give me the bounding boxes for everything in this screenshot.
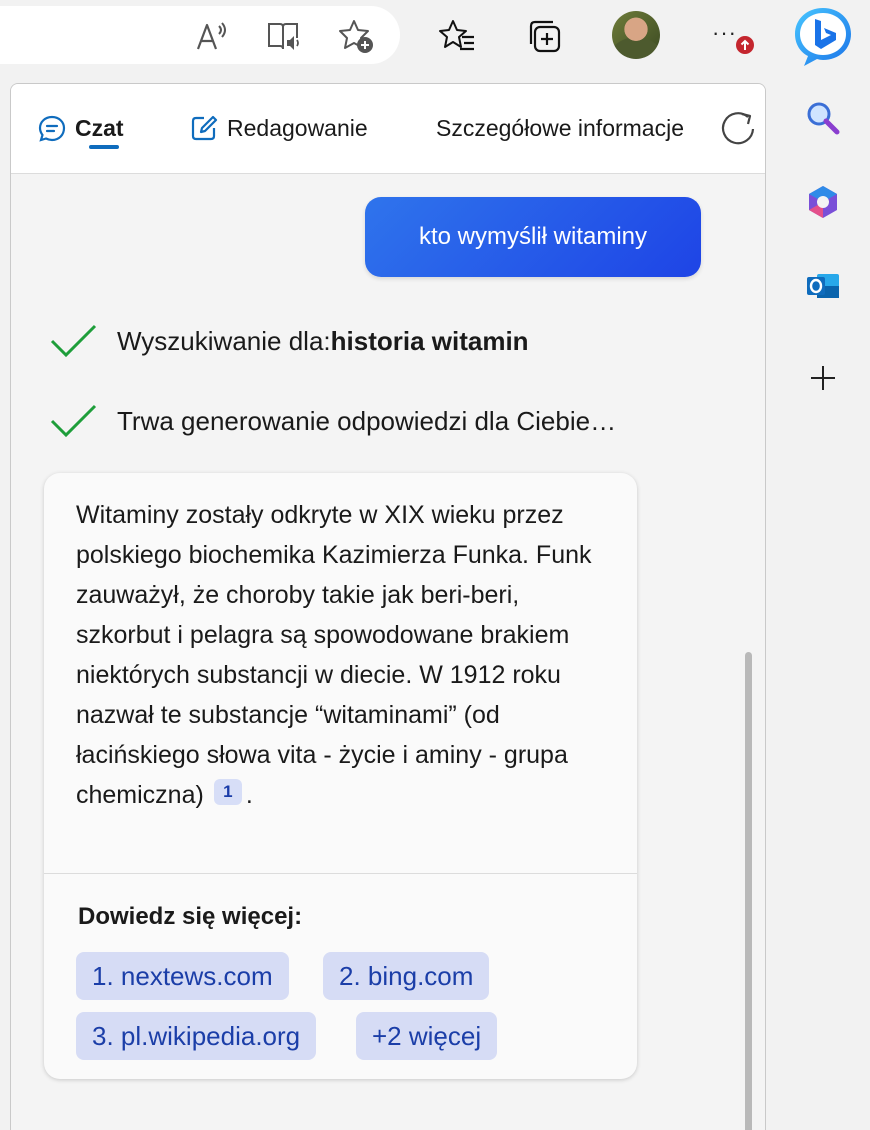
answer-body: Witaminy zostały odkryte w XIX wieku prz…	[76, 501, 592, 809]
status-generating: Trwa generowanie odpowiedzi dla Ciebie…	[49, 401, 616, 441]
add-favorite-icon[interactable]	[334, 14, 378, 58]
status-search-prefix: Wyszukiwanie dla:	[117, 325, 331, 356]
active-tab-indicator	[89, 145, 119, 149]
panel-tabs: Czat Redagowanie Szczegółowe informacje	[11, 84, 765, 174]
citation-badge[interactable]: 1	[213, 779, 242, 805]
chat-icon	[37, 113, 67, 143]
tab-compose-label: Redagowanie	[227, 114, 368, 141]
answer-card: Witaminy zostały odkryte w XIX wieku prz…	[44, 473, 637, 1079]
source-chip-1[interactable]: 1. nextews.com	[76, 952, 289, 1000]
tab-chat[interactable]: Czat	[37, 110, 124, 146]
tab-compose[interactable]: Redagowanie	[189, 110, 368, 146]
status-generating-text: Trwa generowanie odpowiedzi dla Ciebie…	[117, 405, 617, 436]
microsoft-365-icon[interactable]	[801, 180, 845, 224]
tab-chat-label: Czat	[75, 114, 124, 141]
status-search: Wyszukiwanie dla: historia witamin	[49, 321, 529, 361]
read-aloud-icon[interactable]	[188, 14, 232, 58]
immersive-reader-icon[interactable]	[262, 14, 306, 58]
answer-text: Witaminy zostały odkryte w XIX wieku prz…	[76, 495, 606, 815]
tab-insights-label: Szczegółowe informacje	[436, 114, 685, 141]
compose-icon	[189, 113, 219, 143]
more-sources-chip[interactable]: +2 więcej	[356, 1012, 498, 1060]
copilot-panel: Czat Redagowanie Szczegółowe informacje …	[10, 83, 766, 1130]
profile-avatar[interactable]	[612, 11, 660, 59]
source-chip-2[interactable]: 2. bing.com	[323, 952, 490, 1000]
update-arrow-icon	[734, 34, 756, 56]
user-message: kto wymyślił witaminy	[365, 197, 701, 277]
bing-copilot-icon[interactable]	[790, 4, 856, 70]
add-icon[interactable]	[801, 356, 845, 400]
source-chip-3[interactable]: 3. pl.wikipedia.org	[76, 1012, 317, 1060]
edge-sidebar	[784, 82, 870, 1130]
collections-icon[interactable]	[524, 14, 568, 58]
search-icon[interactable]	[801, 96, 845, 140]
favorites-icon[interactable]	[436, 14, 480, 58]
checkmark-icon	[50, 324, 97, 358]
tab-insights[interactable]: Szczegółowe informacje	[436, 110, 684, 146]
outlook-icon[interactable]	[801, 264, 845, 308]
checkmark-icon	[50, 404, 97, 438]
panel-scrollbar[interactable]	[745, 652, 752, 1130]
status-search-query: historia witamin	[330, 325, 529, 356]
browser-toolbar: ···	[0, 0, 870, 82]
card-divider	[44, 873, 637, 874]
learn-more-heading: Dowiedz się więcej:	[78, 903, 303, 930]
refresh-icon[interactable]	[719, 108, 759, 148]
answer-end: .	[245, 781, 253, 809]
